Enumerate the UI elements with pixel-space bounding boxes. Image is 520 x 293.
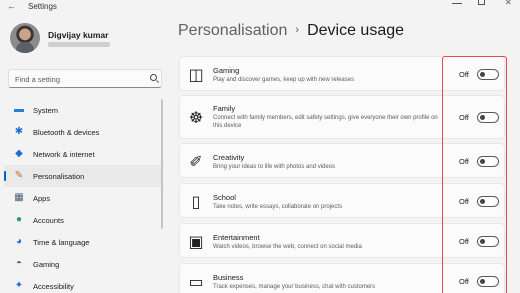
card-title: Gaming bbox=[213, 66, 240, 75]
user-name: Digvijay kumar bbox=[48, 30, 109, 40]
sidebar-item-label: Bluetooth & devices bbox=[33, 127, 100, 137]
sidebar-item-label: Time & language bbox=[33, 237, 90, 247]
globe-icon: ◕ bbox=[15, 236, 23, 247]
card-title: Business bbox=[213, 273, 244, 282]
breadcrumb-parent[interactable]: Personalisation bbox=[178, 22, 287, 39]
sidebar-item-label: Accessibility bbox=[33, 281, 74, 291]
wifi-icon: ◆ bbox=[15, 148, 23, 159]
card-description: Bring your ideas to life with photos and… bbox=[213, 164, 336, 170]
briefcase-icon: ▭ bbox=[188, 274, 204, 291]
card-title: School bbox=[213, 193, 236, 202]
minimize-button[interactable] bbox=[452, 0, 462, 4]
sidebar-item-personalisation[interactable]: ✎ Personalisation bbox=[4, 165, 162, 187]
sidebar-item-label: Personalisation bbox=[33, 171, 85, 181]
card-description: Connect with family members, edit safety… bbox=[213, 115, 438, 129]
sidebar-nav: ▬ System ✱ Bluetooth & devices ◆ Network & in… bbox=[4, 99, 162, 293]
card-description: Watch videos, browse the web, connect on… bbox=[213, 244, 362, 250]
search-input[interactable] bbox=[15, 73, 145, 85]
sidebar-item-accessibility[interactable]: ✦ Accessibility bbox=[4, 275, 162, 293]
system-icon: ▬ bbox=[14, 104, 24, 115]
card-description: Take notes, write essays, collaborate on… bbox=[213, 204, 343, 210]
notebook-icon: ▯ bbox=[191, 194, 201, 211]
sidebar-item-apps[interactable]: ▦ Apps bbox=[4, 187, 162, 209]
sidebar-item-label: Network & internet bbox=[33, 149, 95, 159]
user-email-redacted bbox=[48, 42, 110, 47]
sidebar-item-network-internet[interactable]: ◆ Network & internet bbox=[4, 143, 162, 165]
sidebar-item-time-language[interactable]: ◕ Time & language bbox=[4, 231, 162, 253]
highlight-box bbox=[442, 56, 507, 293]
title-bar: ← Settings ✕ bbox=[0, 0, 520, 14]
card-title: Family bbox=[213, 104, 236, 113]
sidebar-item-gaming[interactable]: ◓ Gaming bbox=[4, 253, 162, 275]
card-title: Entertainment bbox=[213, 233, 260, 242]
accessibility-icon: ✦ bbox=[14, 280, 24, 291]
sidebar-item-label: Gaming bbox=[33, 259, 60, 269]
gamepad-icon: ◫ bbox=[188, 67, 204, 84]
sidebar-item-system[interactable]: ▬ System bbox=[4, 99, 162, 121]
maximize-button[interactable] bbox=[478, 0, 485, 5]
entertainment-icon: ▣ bbox=[188, 234, 204, 251]
close-button[interactable]: ✕ bbox=[505, 0, 512, 7]
bluetooth-icon: ✱ bbox=[14, 126, 24, 137]
family-icon: ☸ bbox=[188, 110, 204, 127]
creativity-icon: ✐ bbox=[189, 154, 203, 171]
sidebar-item-label: System bbox=[33, 105, 59, 115]
chevron-right-icon: › bbox=[295, 24, 300, 36]
sidebar-item-label: Accounts bbox=[33, 215, 64, 225]
search-icon[interactable] bbox=[150, 74, 157, 81]
pencil-icon: ✎ bbox=[14, 170, 24, 181]
card-description: Play and discover games, keep up with ne… bbox=[213, 77, 355, 83]
card-description: Track expenses, manage your business, ch… bbox=[213, 284, 376, 290]
gamepad-icon: ◓ bbox=[15, 258, 23, 269]
accounts-icon: ● bbox=[15, 214, 23, 225]
sidebar-item-accounts[interactable]: ● Accounts bbox=[4, 209, 162, 231]
apps-icon: ▦ bbox=[14, 192, 24, 203]
search-box bbox=[8, 69, 162, 88]
back-arrow-icon[interactable]: ← bbox=[7, 1, 16, 11]
card-title: Creativity bbox=[213, 153, 245, 162]
sidebar-item-bluetooth-devices[interactable]: ✱ Bluetooth & devices bbox=[4, 121, 162, 143]
sidebar-item-label: Apps bbox=[33, 193, 51, 203]
breadcrumb: Personalisation › Device usage bbox=[178, 22, 404, 40]
page-title: Device usage bbox=[307, 22, 405, 39]
avatar[interactable] bbox=[10, 23, 40, 53]
app-title: Settings bbox=[28, 2, 57, 11]
sidebar-scrollbar[interactable] bbox=[161, 99, 163, 229]
